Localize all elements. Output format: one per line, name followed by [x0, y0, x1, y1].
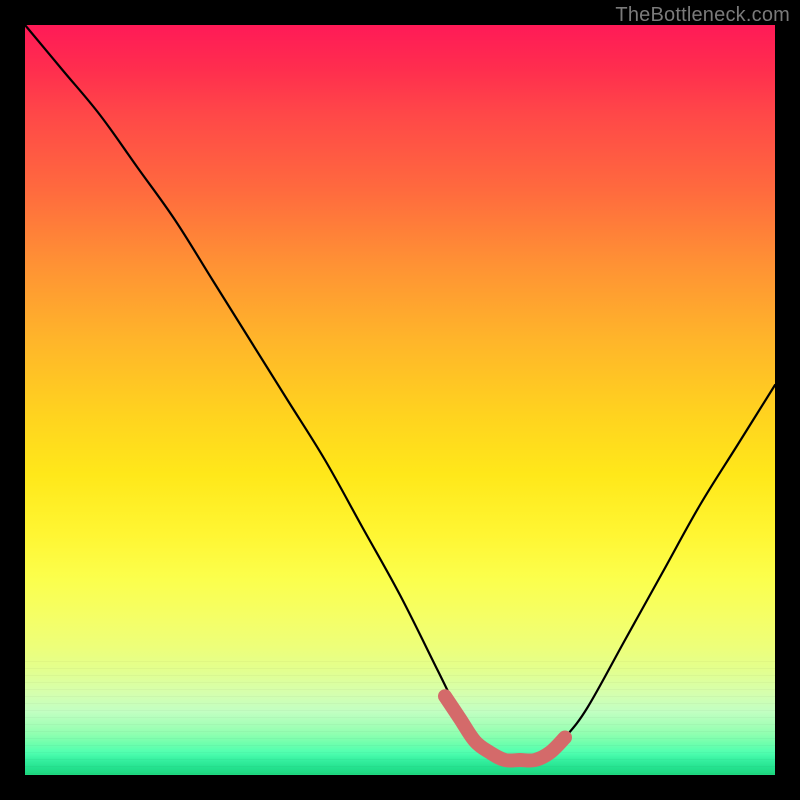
highlight-band [445, 696, 565, 760]
bottleneck-curve [25, 25, 775, 761]
chart-frame: TheBottleneck.com [0, 0, 800, 800]
curve-layer [25, 25, 775, 775]
watermark-text: TheBottleneck.com [615, 4, 790, 27]
plot-area [25, 25, 775, 775]
